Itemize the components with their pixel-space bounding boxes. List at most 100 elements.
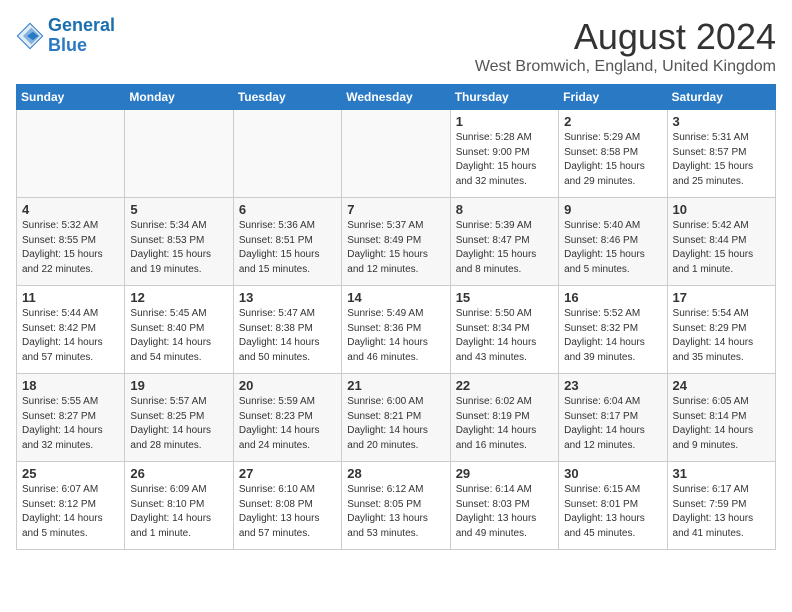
calendar-cell: 15 Sunrise: 5:50 AM Sunset: 8:34 PM Dayli… bbox=[450, 286, 558, 374]
day-info: Sunrise: 5:42 AM Sunset: 8:44 PM Dayligh… bbox=[673, 219, 770, 277]
column-header-thursday: Thursday bbox=[450, 85, 558, 110]
calendar-cell bbox=[125, 110, 233, 198]
day-info: Sunrise: 6:17 AM Sunset: 7:59 PM Dayligh… bbox=[673, 483, 770, 541]
day-info: Sunrise: 6:15 AM Sunset: 8:01 PM Dayligh… bbox=[564, 483, 661, 541]
calendar-cell: 22 Sunrise: 6:02 AM Sunset: 8:19 PM Dayli… bbox=[450, 374, 558, 462]
day-number: 16 bbox=[564, 290, 661, 305]
day-number: 31 bbox=[673, 466, 770, 481]
day-info: Sunrise: 6:10 AM Sunset: 8:08 PM Dayligh… bbox=[239, 483, 336, 541]
logo-text: General Blue bbox=[48, 16, 115, 56]
calendar-cell: 6 Sunrise: 5:36 AM Sunset: 8:51 PM Daylig… bbox=[233, 198, 341, 286]
column-header-tuesday: Tuesday bbox=[233, 85, 341, 110]
day-number: 12 bbox=[130, 290, 227, 305]
calendar-week-row: 18Sunrise: 5:55 AM Sunset: 8:27 PM Dayli… bbox=[17, 374, 776, 462]
calendar-cell: 14 Sunrise: 5:49 AM Sunset: 8:36 PM Dayli… bbox=[342, 286, 450, 374]
calendar-cell: 26Sunrise: 6:09 AM Sunset: 8:10 PM Dayli… bbox=[125, 462, 233, 550]
day-number: 21 bbox=[347, 378, 444, 393]
calendar-cell: 30 Sunrise: 6:15 AM Sunset: 8:01 PM Dayli… bbox=[559, 462, 667, 550]
calendar-cell: 4 Sunrise: 5:32 AM Sunset: 8:55 PM Daylig… bbox=[17, 198, 125, 286]
calendar-cell: 5Sunrise: 5:34 AM Sunset: 8:53 PM Daylig… bbox=[125, 198, 233, 286]
day-number: 1 bbox=[456, 114, 553, 129]
day-info: Sunrise: 5:50 AM Sunset: 8:34 PM Dayligh… bbox=[456, 307, 553, 365]
day-info: Sunrise: 6:12 AM Sunset: 8:05 PM Dayligh… bbox=[347, 483, 444, 541]
calendar-week-row: 4 Sunrise: 5:32 AM Sunset: 8:55 PM Daylig… bbox=[17, 198, 776, 286]
day-info: Sunrise: 5:37 AM Sunset: 8:49 PM Dayligh… bbox=[347, 219, 444, 277]
day-number: 24 bbox=[673, 378, 770, 393]
day-number: 6 bbox=[239, 202, 336, 217]
day-info: Sunrise: 5:54 AM Sunset: 8:29 PM Dayligh… bbox=[673, 307, 770, 365]
calendar-cell: 10 Sunrise: 5:42 AM Sunset: 8:44 PM Dayli… bbox=[667, 198, 775, 286]
day-number: 4 bbox=[22, 202, 119, 217]
day-number: 14 bbox=[347, 290, 444, 305]
calendar-cell: 31 Sunrise: 6:17 AM Sunset: 7:59 PM Dayli… bbox=[667, 462, 775, 550]
calendar-cell: 27 Sunrise: 6:10 AM Sunset: 8:08 PM Dayli… bbox=[233, 462, 341, 550]
day-number: 9 bbox=[564, 202, 661, 217]
calendar-cell: 29 Sunrise: 6:14 AM Sunset: 8:03 PM Dayli… bbox=[450, 462, 558, 550]
day-number: 29 bbox=[456, 466, 553, 481]
location: West Bromwich, England, United Kingdom bbox=[475, 58, 776, 76]
day-info: Sunrise: 5:52 AM Sunset: 8:32 PM Dayligh… bbox=[564, 307, 661, 365]
calendar-cell: 1Sunrise: 5:28 AM Sunset: 9:00 PM Daylig… bbox=[450, 110, 558, 198]
day-number: 23 bbox=[564, 378, 661, 393]
day-number: 27 bbox=[239, 466, 336, 481]
day-info: Sunrise: 5:57 AM Sunset: 8:25 PM Dayligh… bbox=[130, 395, 227, 453]
month-title: August 2024 bbox=[475, 16, 776, 58]
day-number: 28 bbox=[347, 466, 444, 481]
calendar-cell: 11 Sunrise: 5:44 AM Sunset: 8:42 PM Dayli… bbox=[17, 286, 125, 374]
day-info: Sunrise: 6:04 AM Sunset: 8:17 PM Dayligh… bbox=[564, 395, 661, 453]
day-info: Sunrise: 5:40 AM Sunset: 8:46 PM Dayligh… bbox=[564, 219, 661, 277]
day-number: 26 bbox=[130, 466, 227, 481]
day-info: Sunrise: 5:47 AM Sunset: 8:38 PM Dayligh… bbox=[239, 307, 336, 365]
day-info: Sunrise: 5:36 AM Sunset: 8:51 PM Dayligh… bbox=[239, 219, 336, 277]
calendar-cell bbox=[17, 110, 125, 198]
column-header-friday: Friday bbox=[559, 85, 667, 110]
day-info: Sunrise: 6:07 AM Sunset: 8:12 PM Dayligh… bbox=[22, 483, 119, 541]
day-number: 2 bbox=[564, 114, 661, 129]
day-number: 3 bbox=[673, 114, 770, 129]
day-info: Sunrise: 5:45 AM Sunset: 8:40 PM Dayligh… bbox=[130, 307, 227, 365]
calendar-cell: 19Sunrise: 5:57 AM Sunset: 8:25 PM Dayli… bbox=[125, 374, 233, 462]
day-number: 10 bbox=[673, 202, 770, 217]
day-number: 7 bbox=[347, 202, 444, 217]
calendar-cell: 18Sunrise: 5:55 AM Sunset: 8:27 PM Dayli… bbox=[17, 374, 125, 462]
day-number: 22 bbox=[456, 378, 553, 393]
day-info: Sunrise: 5:32 AM Sunset: 8:55 PM Dayligh… bbox=[22, 219, 119, 277]
calendar-cell: 2Sunrise: 5:29 AM Sunset: 8:58 PM Daylig… bbox=[559, 110, 667, 198]
calendar-cell: 24 Sunrise: 6:05 AM Sunset: 8:14 PM Dayli… bbox=[667, 374, 775, 462]
calendar-cell: 20Sunrise: 5:59 AM Sunset: 8:23 PM Dayli… bbox=[233, 374, 341, 462]
day-info: Sunrise: 5:49 AM Sunset: 8:36 PM Dayligh… bbox=[347, 307, 444, 365]
day-info: Sunrise: 6:14 AM Sunset: 8:03 PM Dayligh… bbox=[456, 483, 553, 541]
column-header-monday: Monday bbox=[125, 85, 233, 110]
column-header-saturday: Saturday bbox=[667, 85, 775, 110]
calendar-cell bbox=[233, 110, 341, 198]
day-info: Sunrise: 6:05 AM Sunset: 8:14 PM Dayligh… bbox=[673, 395, 770, 453]
calendar-cell: 28 Sunrise: 6:12 AM Sunset: 8:05 PM Dayli… bbox=[342, 462, 450, 550]
day-info: Sunrise: 5:55 AM Sunset: 8:27 PM Dayligh… bbox=[22, 395, 119, 453]
day-number: 8 bbox=[456, 202, 553, 217]
day-info: Sunrise: 5:31 AM Sunset: 8:57 PM Dayligh… bbox=[673, 131, 770, 189]
day-number: 25 bbox=[22, 466, 119, 481]
calendar-cell: 3 Sunrise: 5:31 AM Sunset: 8:57 PM Daylig… bbox=[667, 110, 775, 198]
day-info: Sunrise: 6:00 AM Sunset: 8:21 PM Dayligh… bbox=[347, 395, 444, 453]
page-header: General Blue August 2024 West Bromwich, … bbox=[16, 16, 776, 76]
day-number: 11 bbox=[22, 290, 119, 305]
day-number: 15 bbox=[456, 290, 553, 305]
day-info: Sunrise: 5:44 AM Sunset: 8:42 PM Dayligh… bbox=[22, 307, 119, 365]
calendar-cell: 17Sunrise: 5:54 AM Sunset: 8:29 PM Dayli… bbox=[667, 286, 775, 374]
day-number: 20 bbox=[239, 378, 336, 393]
day-info: Sunrise: 6:02 AM Sunset: 8:19 PM Dayligh… bbox=[456, 395, 553, 453]
calendar-week-row: 25 Sunrise: 6:07 AM Sunset: 8:12 PM Dayli… bbox=[17, 462, 776, 550]
logo-icon bbox=[16, 22, 44, 50]
calendar-cell: 23 Sunrise: 6:04 AM Sunset: 8:17 PM Dayli… bbox=[559, 374, 667, 462]
logo: General Blue bbox=[16, 16, 115, 56]
calendar-cell bbox=[342, 110, 450, 198]
calendar-table: SundayMondayTuesdayWednesdayThursdayFrid… bbox=[16, 84, 776, 550]
column-header-wednesday: Wednesday bbox=[342, 85, 450, 110]
day-number: 5 bbox=[130, 202, 227, 217]
calendar-cell: 7 Sunrise: 5:37 AM Sunset: 8:49 PM Daylig… bbox=[342, 198, 450, 286]
calendar-cell: 16 Sunrise: 5:52 AM Sunset: 8:32 PM Dayli… bbox=[559, 286, 667, 374]
day-number: 30 bbox=[564, 466, 661, 481]
calendar-week-row: 1Sunrise: 5:28 AM Sunset: 9:00 PM Daylig… bbox=[17, 110, 776, 198]
day-number: 13 bbox=[239, 290, 336, 305]
column-header-sunday: Sunday bbox=[17, 85, 125, 110]
